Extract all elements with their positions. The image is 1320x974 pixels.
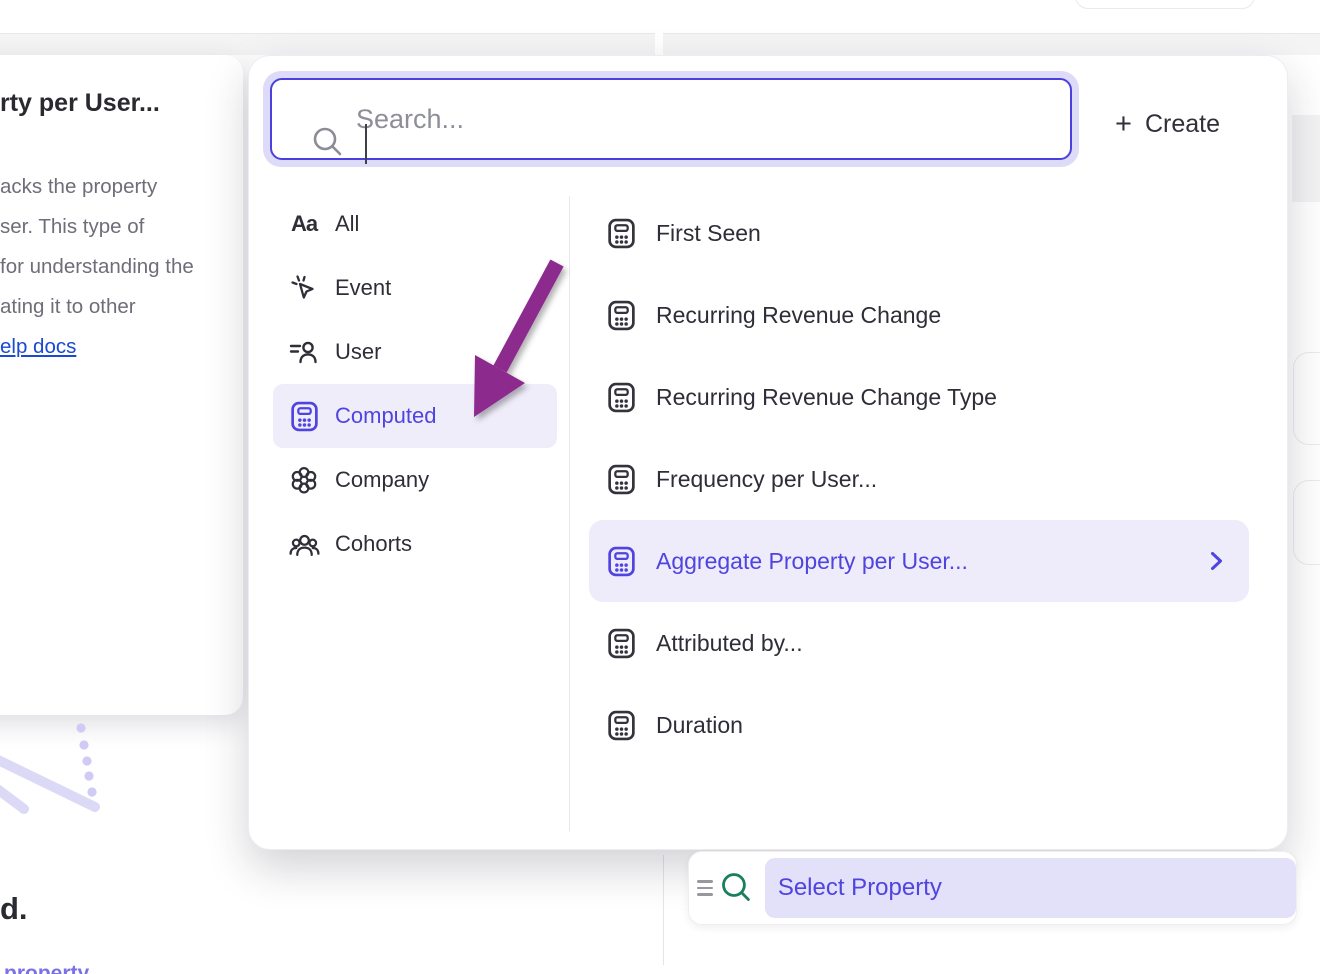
page-header-band-left [0,33,655,55]
calculator-icon [605,381,638,414]
query-builder-row: Select Property [688,851,1297,925]
sidebar-item-cohorts[interactable]: Cohorts [273,512,557,576]
popover-divider [569,196,570,831]
plus-icon: + [1115,110,1132,139]
tooltip-body-line: for understanding the [0,247,194,287]
tooltip-body: acks the property ser. This type of for … [0,167,194,367]
property-item-label: Aggregate Property per User... [656,548,968,575]
create-button-label: Create [1145,110,1220,139]
chevron-right-icon [1210,551,1223,571]
screen: rty per User... acks the property ser. T… [0,0,1320,974]
tooltip-title: rty per User... [0,89,160,118]
sidebar-item-label: All [335,211,359,237]
property-item-label: Recurring Revenue Change Type [656,384,997,411]
cohorts-people-icon [287,527,321,561]
tooltip-body-line: ser. This type of [0,207,194,247]
background-heading-fragment: d. [0,891,28,927]
calculator-icon [605,709,638,742]
property-item-label: Attributed by... [656,630,803,657]
property-item-frequency-per-user[interactable]: Frequency per User... [589,438,1249,520]
calculator-icon [287,399,321,433]
property-search-icon [719,870,755,906]
search-input[interactable] [272,80,1070,158]
background-link-fragment[interactable]: property [4,962,89,974]
sidebar-item-label: Cohorts [335,531,412,557]
drag-handle-icon[interactable] [697,880,713,896]
column-divider [663,855,664,965]
background-button-fragment [1075,0,1255,9]
sidebar-item-label: Event [335,275,391,301]
sidebar-item-computed[interactable]: Computed [273,384,557,448]
property-item-aggregate-property-per-user[interactable]: Aggregate Property per User... [589,520,1249,602]
calculator-icon [605,217,638,250]
sidebar-item-user[interactable]: User [273,320,557,384]
category-sidebar: Aa All Event [273,192,557,576]
calculator-icon [605,627,638,660]
property-item-label: Duration [656,712,743,739]
property-item-first-seen[interactable]: First Seen [589,192,1249,274]
page-header-band-right [663,33,1320,55]
select-property-label: Select Property [778,874,942,902]
sidebar-item-all[interactable]: Aa All [273,192,557,256]
background-card-fragment [1293,480,1320,565]
cursor-click-icon [287,271,321,305]
user-list-icon [287,335,321,369]
search-focus-halo [263,71,1079,167]
property-item-label: Frequency per User... [656,466,877,493]
property-item-recurring-revenue-change-type[interactable]: Recurring Revenue Change Type [589,356,1249,438]
property-item-label: First Seen [656,220,761,247]
create-button[interactable]: + Create [1105,102,1230,146]
property-list: First Seen Recurring Revenue Change [589,192,1249,766]
select-property-button[interactable]: Select Property [765,858,1296,918]
sidebar-item-label: User [335,339,381,365]
property-tooltip-card: rty per User... acks the property ser. T… [0,55,243,715]
sidebar-item-label: Computed [335,403,437,429]
decorative-chart-lines [0,715,110,820]
property-item-attributed-by[interactable]: Attributed by... [589,602,1249,684]
property-selector-popover: + Create Aa All [248,55,1288,850]
text-caret [365,124,367,164]
sidebar-item-label: Company [335,467,429,493]
sidebar-item-company[interactable]: Company [273,448,557,512]
help-docs-link[interactable]: elp docs [0,335,76,358]
property-item-label: Recurring Revenue Change [656,302,941,329]
property-item-duration[interactable]: Duration [589,684,1249,766]
search-box[interactable] [270,78,1072,160]
background-card-fragment [1293,352,1320,445]
calculator-icon [605,463,638,496]
background-panel-fragment [1292,115,1320,202]
text-aa-icon: Aa [287,207,321,241]
calculator-icon [605,545,638,578]
property-item-recurring-revenue-change[interactable]: Recurring Revenue Change [589,274,1249,356]
tooltip-body-line: acks the property [0,167,194,207]
calculator-icon [605,299,638,332]
sidebar-item-event[interactable]: Event [273,256,557,320]
company-cluster-icon [287,463,321,497]
tooltip-body-line: ating it to other [0,287,194,327]
